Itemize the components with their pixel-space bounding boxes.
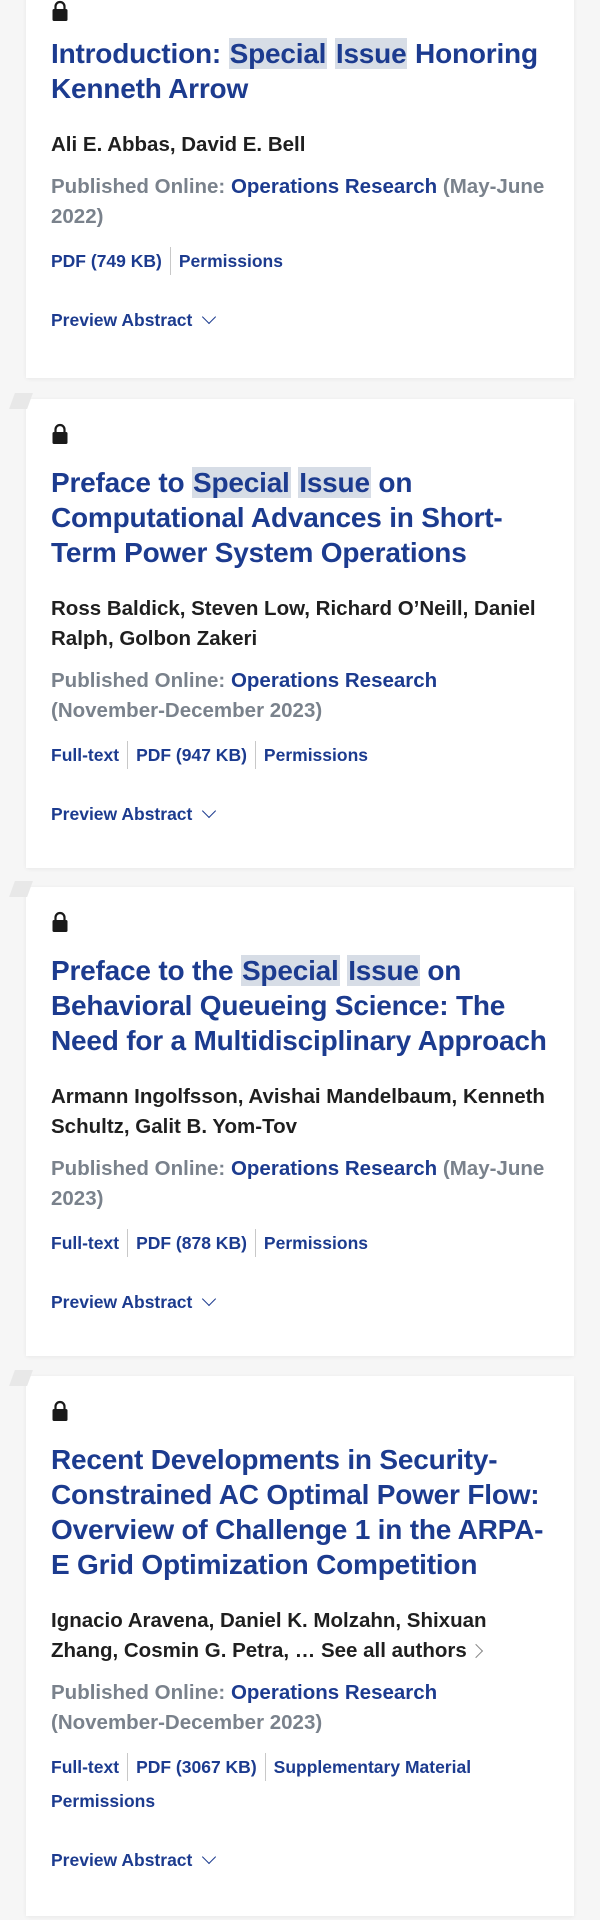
journal-link[interactable]: Operations Research bbox=[231, 1157, 437, 1180]
published-info: Published Online: Operations Research (N… bbox=[51, 1678, 549, 1738]
access-links: PDF (749 KB) Permissions bbox=[51, 244, 549, 278]
authors: Ali E. Abbas, David E. Bell bbox=[51, 130, 549, 160]
journal-link[interactable]: Operations Research bbox=[231, 669, 437, 692]
permissions-link[interactable]: Permissions bbox=[254, 741, 376, 769]
preview-abstract-label: Preview Abstract bbox=[51, 804, 193, 824]
pdf-link[interactable]: PDF (749 KB) bbox=[51, 247, 170, 275]
preview-abstract-label: Preview Abstract bbox=[51, 1850, 193, 1870]
result-card: Preface to the Special Issue on Behavior… bbox=[26, 887, 574, 1356]
preview-abstract-label: Preview Abstract bbox=[51, 1292, 193, 1312]
result-card: Recent Developments in Security-Constrai… bbox=[26, 1376, 574, 1916]
chevron-down-icon bbox=[202, 309, 217, 325]
article-title[interactable]: Preface to the Special Issue on Behavior… bbox=[51, 953, 549, 1058]
published-info: Published Online: Operations Research (M… bbox=[51, 1154, 549, 1214]
chevron-down-icon bbox=[202, 1291, 217, 1307]
highlight-term: Issue bbox=[298, 467, 371, 498]
preview-abstract-toggle[interactable]: Preview Abstract bbox=[51, 802, 217, 826]
pdf-link[interactable]: PDF (3067 KB) bbox=[127, 1753, 265, 1781]
issue-date: (November-December 2023) bbox=[51, 1711, 323, 1734]
pdf-link[interactable]: PDF (878 KB) bbox=[127, 1229, 255, 1257]
highlight-term: Issue bbox=[347, 955, 420, 986]
pdf-link[interactable]: PDF (947 KB) bbox=[127, 741, 255, 769]
authors-text: Armann Ingolfsson, Avishai Mandelbaum, K… bbox=[51, 1085, 545, 1138]
published-label: Published Online: bbox=[51, 1681, 231, 1704]
highlight-term: Special bbox=[240, 955, 340, 986]
permissions-link[interactable]: Permissions bbox=[169, 247, 291, 275]
published-label: Published Online: bbox=[51, 669, 231, 692]
full-text-link[interactable]: Full-text bbox=[51, 1229, 127, 1257]
lock-icon bbox=[52, 1400, 68, 1421]
authors-text: Ross Baldick, Steven Low, Richard O’Neil… bbox=[51, 597, 536, 650]
published-label: Published Online: bbox=[51, 175, 231, 198]
result-card: Preface to Special Issue on Computationa… bbox=[26, 399, 574, 868]
supplementary-material-link[interactable]: Supplementary Material bbox=[264, 1753, 479, 1781]
published-label: Published Online: bbox=[51, 1157, 231, 1180]
published-info: Published Online: Operations Research (M… bbox=[51, 172, 549, 232]
chevron-right-icon bbox=[468, 1643, 483, 1659]
preview-abstract-label: Preview Abstract bbox=[51, 310, 193, 330]
title-text bbox=[327, 38, 335, 69]
authors: Armann Ingolfsson, Avishai Mandelbaum, K… bbox=[51, 1082, 549, 1142]
title-text: Preface to the bbox=[51, 955, 241, 986]
access-links: Full-text PDF (947 KB) Permissions bbox=[51, 738, 549, 772]
lock-icon bbox=[52, 423, 68, 444]
full-text-link[interactable]: Full-text bbox=[51, 741, 127, 769]
title-text: Preface to bbox=[51, 467, 192, 498]
access-links: Full-text PDF (3067 KB) Supplementary Ma… bbox=[51, 1750, 549, 1818]
see-all-authors-label: See all authors bbox=[320, 1639, 467, 1662]
chevron-down-icon bbox=[202, 1849, 217, 1865]
search-results-list: Introduction: Special Issue Honoring Ken… bbox=[0, 0, 600, 1920]
permissions-link[interactable]: Permissions bbox=[254, 1229, 376, 1257]
article-title[interactable]: Recent Developments in Security-Constrai… bbox=[51, 1442, 549, 1582]
preview-abstract-toggle[interactable]: Preview Abstract bbox=[51, 1848, 217, 1872]
lock-icon bbox=[52, 0, 68, 21]
chevron-down-icon bbox=[202, 803, 217, 819]
highlight-term: Special bbox=[228, 38, 328, 69]
preview-abstract-toggle[interactable]: Preview Abstract bbox=[51, 308, 217, 332]
access-links: Full-text PDF (878 KB) Permissions bbox=[51, 1226, 549, 1260]
article-title[interactable]: Introduction: Special Issue Honoring Ken… bbox=[51, 36, 549, 106]
lock-icon bbox=[52, 911, 68, 932]
journal-link[interactable]: Operations Research bbox=[231, 1681, 437, 1704]
title-text: Recent Developments in Security-Constrai… bbox=[51, 1444, 544, 1580]
preview-abstract-toggle[interactable]: Preview Abstract bbox=[51, 1290, 217, 1314]
highlight-term: Issue bbox=[334, 38, 408, 69]
authors: Ignacio Aravena, Daniel K. Molzahn, Shix… bbox=[51, 1606, 549, 1666]
issue-date: (November-December 2023) bbox=[51, 699, 323, 722]
title-text: Introduction: bbox=[51, 38, 229, 69]
journal-link[interactable]: Operations Research bbox=[231, 175, 437, 198]
permissions-link[interactable]: Permissions bbox=[51, 1787, 549, 1815]
article-title[interactable]: Preface to Special Issue on Computationa… bbox=[51, 465, 549, 570]
highlight-term: Special bbox=[191, 467, 291, 498]
result-card: Introduction: Special Issue Honoring Ken… bbox=[26, 0, 574, 378]
authors-text: Ali E. Abbas, David E. Bell bbox=[51, 133, 306, 156]
full-text-link[interactable]: Full-text bbox=[51, 1753, 127, 1781]
published-info: Published Online: Operations Research (N… bbox=[51, 666, 549, 726]
see-all-authors-link[interactable]: See all authors bbox=[320, 1639, 483, 1662]
authors: Ross Baldick, Steven Low, Richard O’Neil… bbox=[51, 594, 549, 654]
